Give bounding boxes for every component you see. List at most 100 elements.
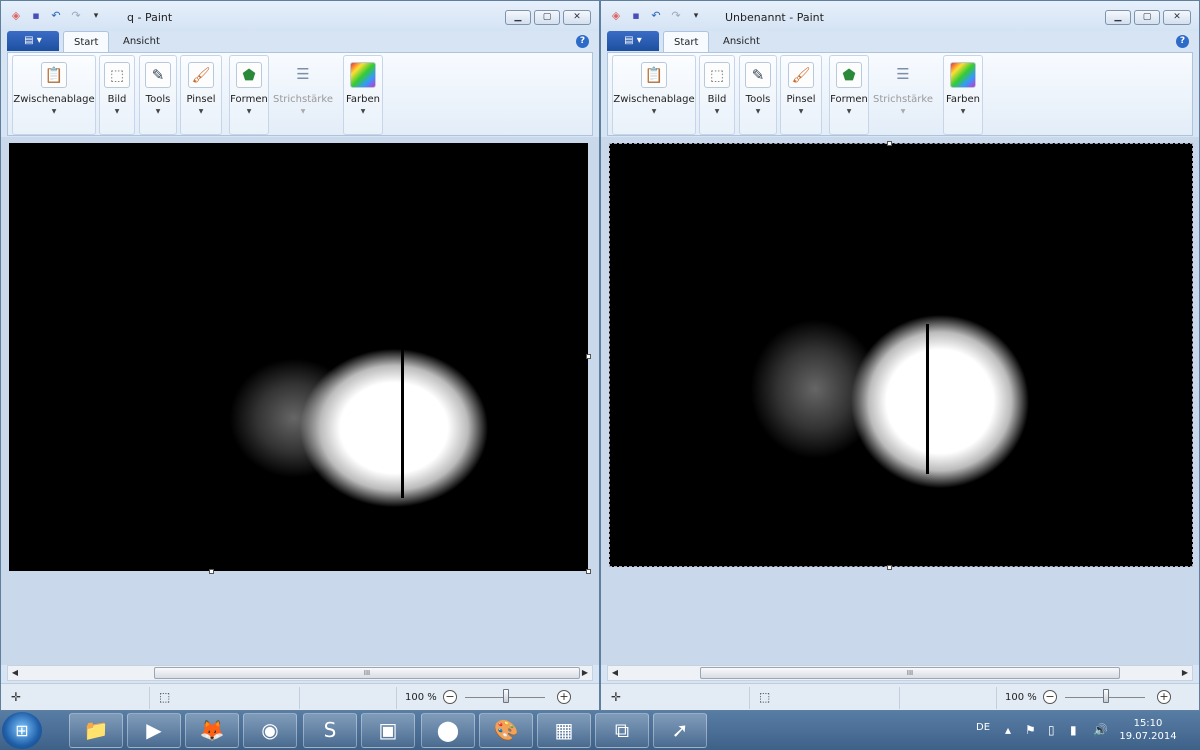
- taskbar-media-player-icon[interactable]: ▶: [127, 713, 181, 748]
- taskbar-explorer-icon[interactable]: 📁: [69, 713, 123, 748]
- zoom-out-button[interactable]: −: [443, 690, 457, 704]
- close-button[interactable]: ✕: [563, 10, 591, 25]
- usb-device-icon[interactable]: ▯: [1048, 723, 1055, 737]
- volume-icon[interactable]: 🔊: [1093, 723, 1108, 737]
- help-icon[interactable]: ?: [1176, 35, 1189, 48]
- maximize-button[interactable]: ▢: [1134, 10, 1160, 25]
- language-indicator[interactable]: DE: [976, 722, 990, 733]
- zoom-level: 100 %: [1005, 692, 1037, 703]
- resize-handle[interactable]: [586, 569, 591, 574]
- scroll-thumb[interactable]: III: [154, 667, 580, 679]
- taskbar-monitor-icon[interactable]: ▦: [537, 713, 591, 748]
- resize-handle[interactable]: [586, 354, 591, 359]
- taskbar-skype-icon[interactable]: S: [303, 713, 357, 748]
- save-icon[interactable]: ▪: [629, 9, 643, 23]
- tab-ansicht[interactable]: Ansicht: [713, 31, 770, 52]
- ribbon-tabs: ▤ ▾ Start Ansicht ?: [1, 31, 599, 52]
- group-label: Zwischenablage: [613, 94, 695, 105]
- scroll-left-icon[interactable]: ◀: [608, 666, 622, 680]
- group-label: Tools: [745, 94, 771, 105]
- group-label: Farben: [346, 94, 380, 105]
- taskbar-chrome-icon[interactable]: ◉: [243, 713, 297, 748]
- group-clipboard[interactable]: 📋 Zwischenablage ▼: [612, 55, 696, 135]
- group-colors[interactable]: Farben ▼: [943, 55, 983, 135]
- drawing-canvas[interactable]: [9, 143, 588, 571]
- drawing-canvas[interactable]: [609, 143, 1193, 567]
- file-menu-button[interactable]: ▤ ▾: [7, 31, 59, 51]
- title-bar[interactable]: ◈ ▪ ↶ ↷ ▾ q - Paint ▁ ▢ ✕: [1, 1, 599, 31]
- taskbar-windows-explorer-icon[interactable]: ⧉: [595, 713, 649, 748]
- group-label: Farben: [946, 94, 980, 105]
- brush-icon: 🖌: [188, 62, 214, 88]
- taskbar-recorder-icon[interactable]: ⬤: [421, 713, 475, 748]
- group-shapes[interactable]: ⬟ Formen ▼: [229, 55, 269, 135]
- flag-icon[interactable]: ⚑: [1025, 723, 1036, 737]
- group-colors[interactable]: Farben ▼: [343, 55, 383, 135]
- scroll-thumb[interactable]: III: [700, 667, 1120, 679]
- paint-window-right: ◈ ▪ ↶ ↷ ▾ Unbenannt - Paint ▁ ▢ ✕ ▤ ▾ St…: [600, 0, 1200, 711]
- undo-icon[interactable]: ↶: [49, 9, 63, 23]
- title-bar[interactable]: ◈ ▪ ↶ ↷ ▾ Unbenannt - Paint ▁ ▢ ✕: [601, 1, 1199, 31]
- network-icon[interactable]: ▮: [1070, 723, 1077, 737]
- group-label: Zwischenablage: [13, 94, 95, 105]
- undo-icon[interactable]: ↶: [649, 9, 663, 23]
- horizontal-scrollbar[interactable]: ◀ III ▶: [607, 665, 1193, 681]
- group-brushes[interactable]: 🖌 Pinsel ▼: [780, 55, 822, 135]
- scroll-right-icon[interactable]: ▶: [578, 666, 592, 680]
- paint-app-icon[interactable]: ◈: [609, 9, 623, 23]
- group-image[interactable]: ⬚ Bild ▼: [99, 55, 135, 135]
- tray-expand-icon[interactable]: ▴: [1005, 723, 1011, 737]
- zoom-in-button[interactable]: +: [1157, 690, 1171, 704]
- resize-handle[interactable]: [887, 565, 892, 570]
- customize-dropdown-icon[interactable]: ▾: [89, 9, 103, 23]
- horizontal-scrollbar[interactable]: ◀ III ▶: [7, 665, 593, 681]
- paint-window-left: ◈ ▪ ↶ ↷ ▾ q - Paint ▁ ▢ ✕ ▤ ▾ Start Ansi…: [0, 0, 600, 711]
- chevron-down-icon: ▼: [755, 108, 761, 115]
- group-brushes[interactable]: 🖌 Pinsel ▼: [180, 55, 222, 135]
- tools-icon: ✎: [145, 62, 171, 88]
- canvas-workspace[interactable]: [601, 137, 1199, 665]
- customize-dropdown-icon[interactable]: ▾: [689, 9, 703, 23]
- shapes-icon: ⬟: [236, 62, 262, 88]
- group-tools[interactable]: ✎ Tools ▼: [739, 55, 777, 135]
- taskbar-cursor-icon[interactable]: ➚: [653, 713, 707, 748]
- maximize-button[interactable]: ▢: [534, 10, 560, 25]
- group-image[interactable]: ⬚ Bild ▼: [699, 55, 735, 135]
- tab-start[interactable]: Start: [663, 31, 710, 52]
- tab-start[interactable]: Start: [63, 31, 110, 52]
- file-menu-button[interactable]: ▤ ▾: [607, 31, 659, 51]
- redo-icon[interactable]: ↷: [669, 9, 683, 23]
- resize-handle[interactable]: [209, 569, 214, 574]
- paint-app-icon[interactable]: ◈: [9, 9, 23, 23]
- chevron-down-icon: ▼: [246, 108, 252, 115]
- minimize-button[interactable]: ▁: [1105, 10, 1131, 25]
- taskbar-firefox-icon[interactable]: 🦊: [185, 713, 239, 748]
- zoom-out-button[interactable]: −: [1043, 690, 1057, 704]
- scroll-right-icon[interactable]: ▶: [1178, 666, 1192, 680]
- selection-icon: ⬚: [104, 62, 130, 88]
- help-icon[interactable]: ?: [576, 35, 589, 48]
- group-shapes[interactable]: ⬟ Formen ▼: [829, 55, 869, 135]
- group-tools[interactable]: ✎ Tools ▼: [139, 55, 177, 135]
- redo-icon[interactable]: ↷: [69, 9, 83, 23]
- canvas-workspace[interactable]: [1, 137, 599, 665]
- taskbar: ⊞ 📁 ▶ 🦊 ◉ S ▣ ⬤ 🎨 ▦ ⧉ ➚ DE ▴ ⚑ ▯ ▮ 🔊 15:…: [0, 711, 1200, 750]
- tab-ansicht[interactable]: Ansicht: [113, 31, 170, 52]
- image-region: [299, 348, 489, 508]
- zoom-level: 100 %: [405, 692, 437, 703]
- system-clock[interactable]: 15:10 19.07.2014: [1112, 717, 1184, 743]
- minimize-button[interactable]: ▁: [505, 10, 531, 25]
- save-icon[interactable]: ▪: [29, 9, 43, 23]
- chevron-down-icon: ▼: [714, 108, 720, 115]
- close-button[interactable]: ✕: [1163, 10, 1191, 25]
- start-button[interactable]: ⊞: [2, 712, 42, 749]
- group-clipboard[interactable]: 📋 Zwischenablage ▼: [12, 55, 96, 135]
- taskbar-paint-icon[interactable]: 🎨: [479, 713, 533, 748]
- scroll-left-icon[interactable]: ◀: [8, 666, 22, 680]
- zoom-slider-knob[interactable]: [503, 689, 509, 703]
- zoom-slider-knob[interactable]: [1103, 689, 1109, 703]
- chevron-down-icon: ▼: [900, 108, 906, 115]
- taskbar-document-icon[interactable]: ▣: [361, 713, 415, 748]
- resize-handle[interactable]: [887, 141, 892, 146]
- zoom-in-button[interactable]: +: [557, 690, 571, 704]
